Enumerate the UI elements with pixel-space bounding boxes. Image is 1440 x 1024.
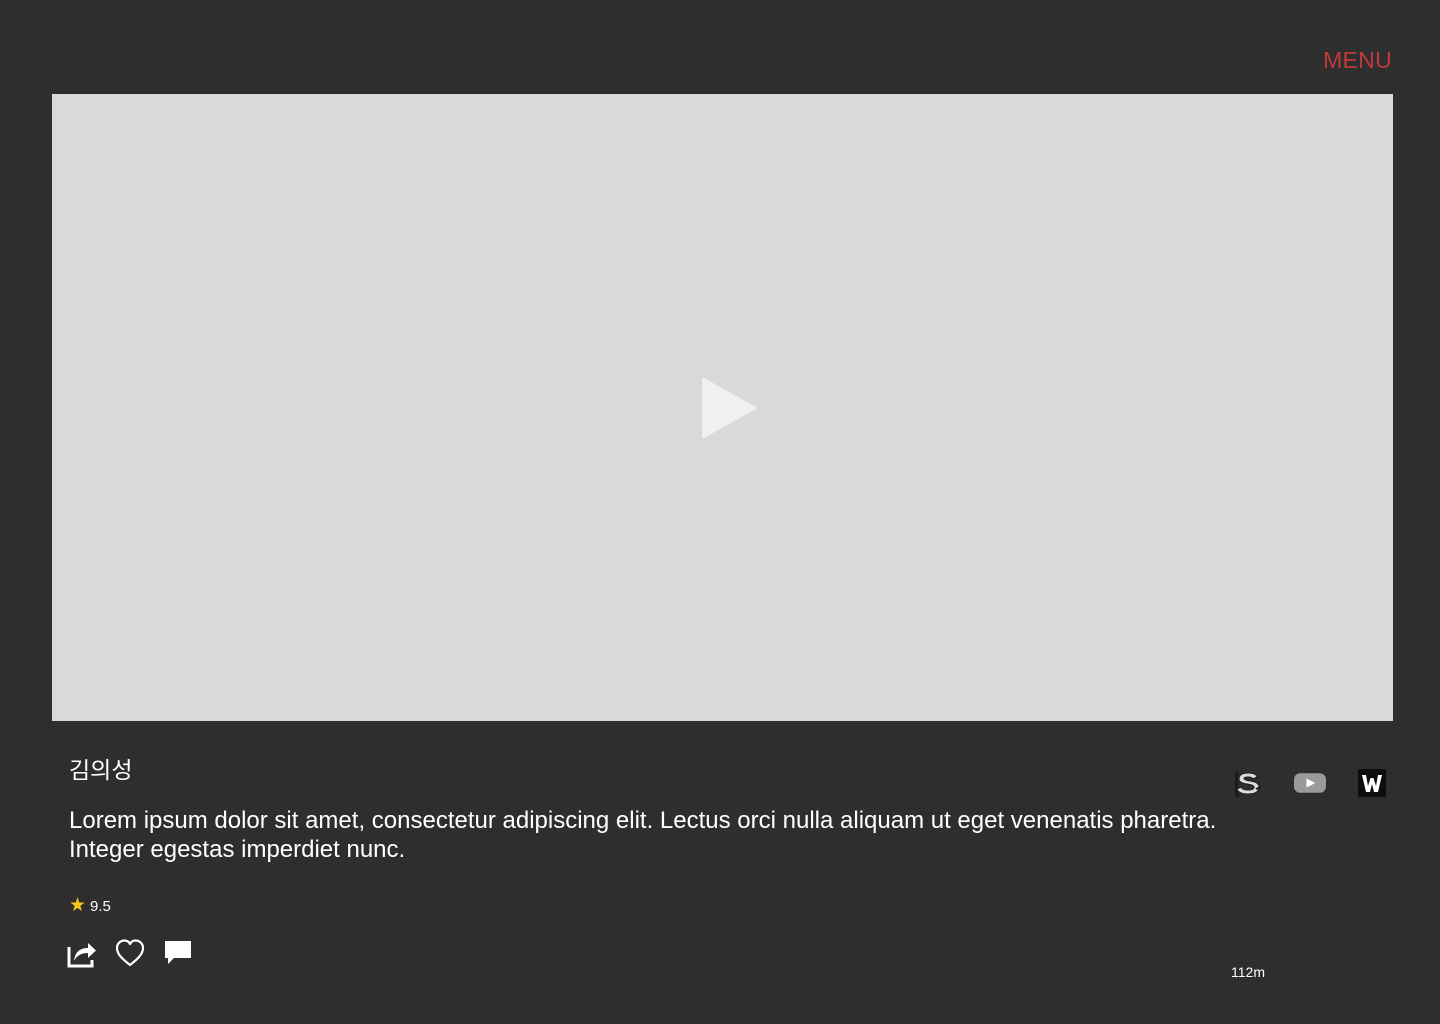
share-icon[interactable] <box>67 938 97 968</box>
video-title: 김의성 <box>69 758 133 784</box>
platform-links <box>1232 767 1388 799</box>
menu-button[interactable]: MENU <box>1323 46 1392 74</box>
duration: 112m <box>1231 964 1265 980</box>
youtube-icon[interactable] <box>1294 767 1326 799</box>
s-logo-icon[interactable] <box>1232 767 1264 799</box>
heart-icon[interactable] <box>115 938 145 968</box>
star-icon: ★ <box>69 895 87 916</box>
video-player[interactable] <box>52 94 1393 721</box>
w-logo-icon[interactable] <box>1356 767 1388 799</box>
comment-icon[interactable] <box>163 938 193 968</box>
play-icon[interactable] <box>702 377 758 439</box>
rating-value: 9.5 <box>90 897 111 915</box>
video-description: Lorem ipsum dolor sit amet, consectetur … <box>69 807 1217 863</box>
rating: ★ 9.5 <box>69 896 111 916</box>
action-bar <box>67 938 193 968</box>
